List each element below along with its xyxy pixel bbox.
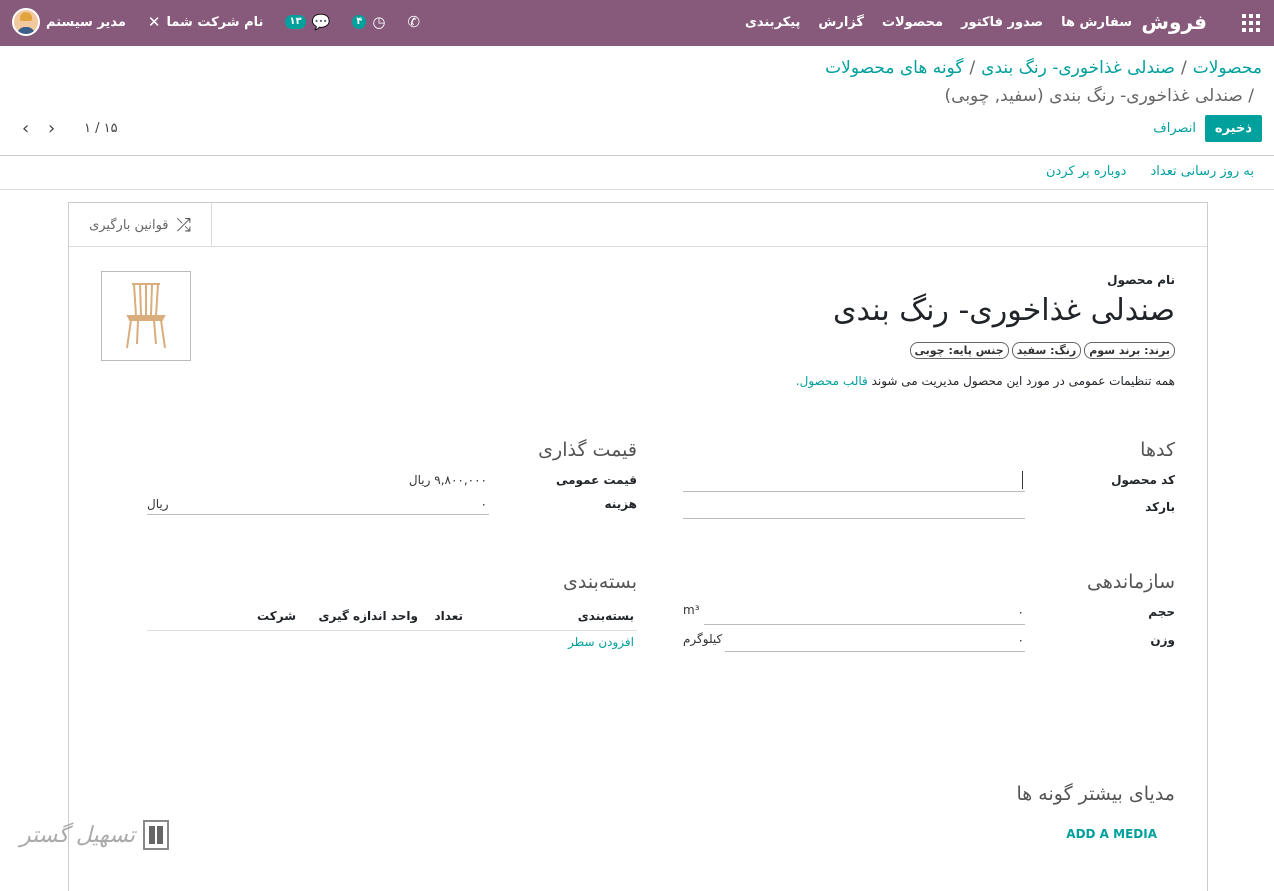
packaging-section-title: بسته‌بندی [562, 571, 637, 593]
main-menu: سفارش ها صدور فاکتور محصولات گزارش پیکرب… [745, 15, 1132, 30]
weight-value[interactable]: ۰ [1018, 633, 1024, 647]
replenish-button[interactable]: دوباره پر کردن [1046, 164, 1127, 179]
shuffle-icon: ⤮ [176, 214, 191, 236]
putaway-rules-label: قوانین بارگیری [89, 217, 169, 233]
breadcrumb: محصولات/صندلی غذاخوری- رنگ بندی/گونه های… [825, 58, 1262, 78]
cost-currency: ریال [147, 497, 169, 511]
barcode-input[interactable] [683, 518, 1025, 519]
volume-input-line[interactable] [704, 624, 1025, 625]
cost-label: هزینه [604, 497, 637, 511]
template-note: همه تنظیمات عمومی در مورد این محصول مدیر… [796, 374, 1175, 388]
save-button[interactable]: ذخیره [1204, 115, 1262, 142]
putaway-rules-button[interactable]: ⤮ قوانین بارگیری [69, 203, 212, 247]
avatar [12, 8, 40, 36]
menu-item-invoicing[interactable]: صدور فاکتور [961, 15, 1043, 30]
pricing-section-title: قیمت گذاری [538, 439, 637, 461]
watermark-logo: تسهیل گستر [20, 820, 170, 850]
cost-value[interactable]: ۰ [481, 497, 487, 511]
internal-ref-label: کد محصول [1111, 473, 1175, 487]
product-name[interactable]: صندلی غذاخوری- رنگ بندی [833, 293, 1175, 328]
company-switcher[interactable]: نام شرکت شما ✕ [148, 13, 264, 31]
phone-menu[interactable]: ✆ [407, 13, 420, 31]
weight-label: وزن [1150, 633, 1175, 647]
breadcrumb-variants[interactable]: گونه های محصولات [825, 58, 963, 78]
watermark-text: تسهیل گستر [20, 822, 136, 848]
tag-material: جنس پایه: چوبی [909, 342, 1009, 359]
packaging-col-uom: واحد اندازه گیری [318, 609, 418, 623]
volume-value[interactable]: ۰ [1018, 605, 1024, 619]
codes-section-title: کدها [1140, 439, 1175, 461]
chat-icon: 💬 [311, 13, 331, 31]
menu-item-products[interactable]: محصولات [882, 15, 943, 30]
packaging-col-qty: تعداد [434, 609, 463, 623]
volume-unit: m³ [683, 603, 700, 617]
template-link[interactable]: قالب محصول. [796, 374, 868, 388]
weight-unit: کیلوگرم [683, 632, 723, 646]
user-menu[interactable]: مدیر سیستم [12, 8, 126, 36]
sales-price-value: ۹,۸۰۰,۰۰۰ ریال [408, 473, 487, 487]
breadcrumb-current: / صندلی غذاخوری- رنگ بندی (سفید, چوبی) [944, 86, 1254, 106]
activity-menu[interactable]: ◷ ۴ [352, 13, 385, 31]
pager-next-button[interactable]: › [48, 118, 55, 139]
top-navbar: فروش سفارش ها صدور فاکتور محصولات گزارش … [0, 0, 1274, 46]
menu-item-configuration[interactable]: پیکربندی [745, 15, 800, 30]
attribute-tags: برند: برند سوم رنگ: سفید جنس پایه: چوبی [909, 342, 1175, 359]
packaging-table-divider [147, 630, 637, 631]
add-media-button[interactable]: ADD A MEDIA [1066, 827, 1157, 841]
pager-previous-button[interactable]: ‹ [22, 118, 29, 139]
systray: ✆ ◷ ۴ 💬 ۱۳ نام شرکت شما ✕ مدیر سیستم [12, 8, 420, 36]
weight-input-line[interactable] [725, 651, 1025, 652]
media-section-title: مدیای بیشتر گونه ها [1016, 783, 1175, 805]
app-brand[interactable]: فروش [1141, 10, 1207, 34]
chair-image [126, 283, 166, 349]
tag-brand: برند: برند سوم [1084, 342, 1175, 359]
message-count-badge: ۱۳ [285, 15, 306, 29]
phone-icon: ✆ [407, 13, 421, 31]
cost-input-line[interactable] [147, 514, 489, 515]
template-note-text: همه تنظیمات عمومی در مورد این محصول مدیر… [871, 374, 1175, 388]
breadcrumb-current-label: صندلی غذاخوری- رنگ بندی (سفید, چوبی) [944, 86, 1243, 106]
sales-price-label: قیمت عمومی [555, 473, 637, 487]
activity-count-badge: ۴ [352, 15, 367, 29]
logistics-section-title: سازماندهی [1087, 571, 1175, 593]
product-name-label: نام محصول [1107, 273, 1175, 287]
breadcrumb-products[interactable]: محصولات [1193, 58, 1262, 78]
company-name: نام شرکت شما [166, 14, 264, 30]
tools-icon: ✕ [147, 13, 161, 31]
menu-item-reporting[interactable]: گزارش [818, 15, 864, 30]
internal-ref-input[interactable] [683, 491, 1025, 492]
menu-item-orders[interactable]: سفارش ها [1061, 15, 1132, 30]
clock-icon: ◷ [372, 13, 386, 31]
product-image[interactable] [101, 271, 191, 361]
smart-buttons-row: ⤮ قوانین بارگیری [69, 203, 1207, 247]
breadcrumb-template[interactable]: صندلی غذاخوری- رنگ بندی [981, 58, 1175, 78]
divider [0, 155, 1274, 156]
update-quantity-button[interactable]: به روز رسانی تعداد [1150, 164, 1254, 179]
divider [0, 189, 1274, 190]
packaging-col-packaging: بسته‌بندی [577, 609, 634, 623]
user-name: مدیر سیستم [46, 14, 126, 30]
volume-label: حجم [1148, 605, 1175, 619]
form-sheet: ⤮ قوانین بارگیری نام محصول صندلی غذاخوری… [68, 202, 1208, 891]
discard-button[interactable]: انصراف [1153, 121, 1196, 136]
messaging-menu[interactable]: 💬 ۱۳ [285, 13, 330, 31]
add-line-button[interactable]: افزودن سطر [568, 635, 634, 649]
pager-value[interactable]: ۱ / ۱۵ [84, 121, 118, 136]
statusbar: به روز رسانی تعداد دوباره پر کردن [1046, 164, 1254, 179]
watermark-logo-icon [143, 820, 170, 850]
barcode-label: بارکد [1145, 500, 1175, 514]
text-cursor [1022, 471, 1023, 489]
apps-grid-icon[interactable] [1242, 14, 1260, 32]
packaging-col-company: شرکت [257, 609, 296, 623]
tag-color: رنگ: سفید [1011, 342, 1082, 359]
